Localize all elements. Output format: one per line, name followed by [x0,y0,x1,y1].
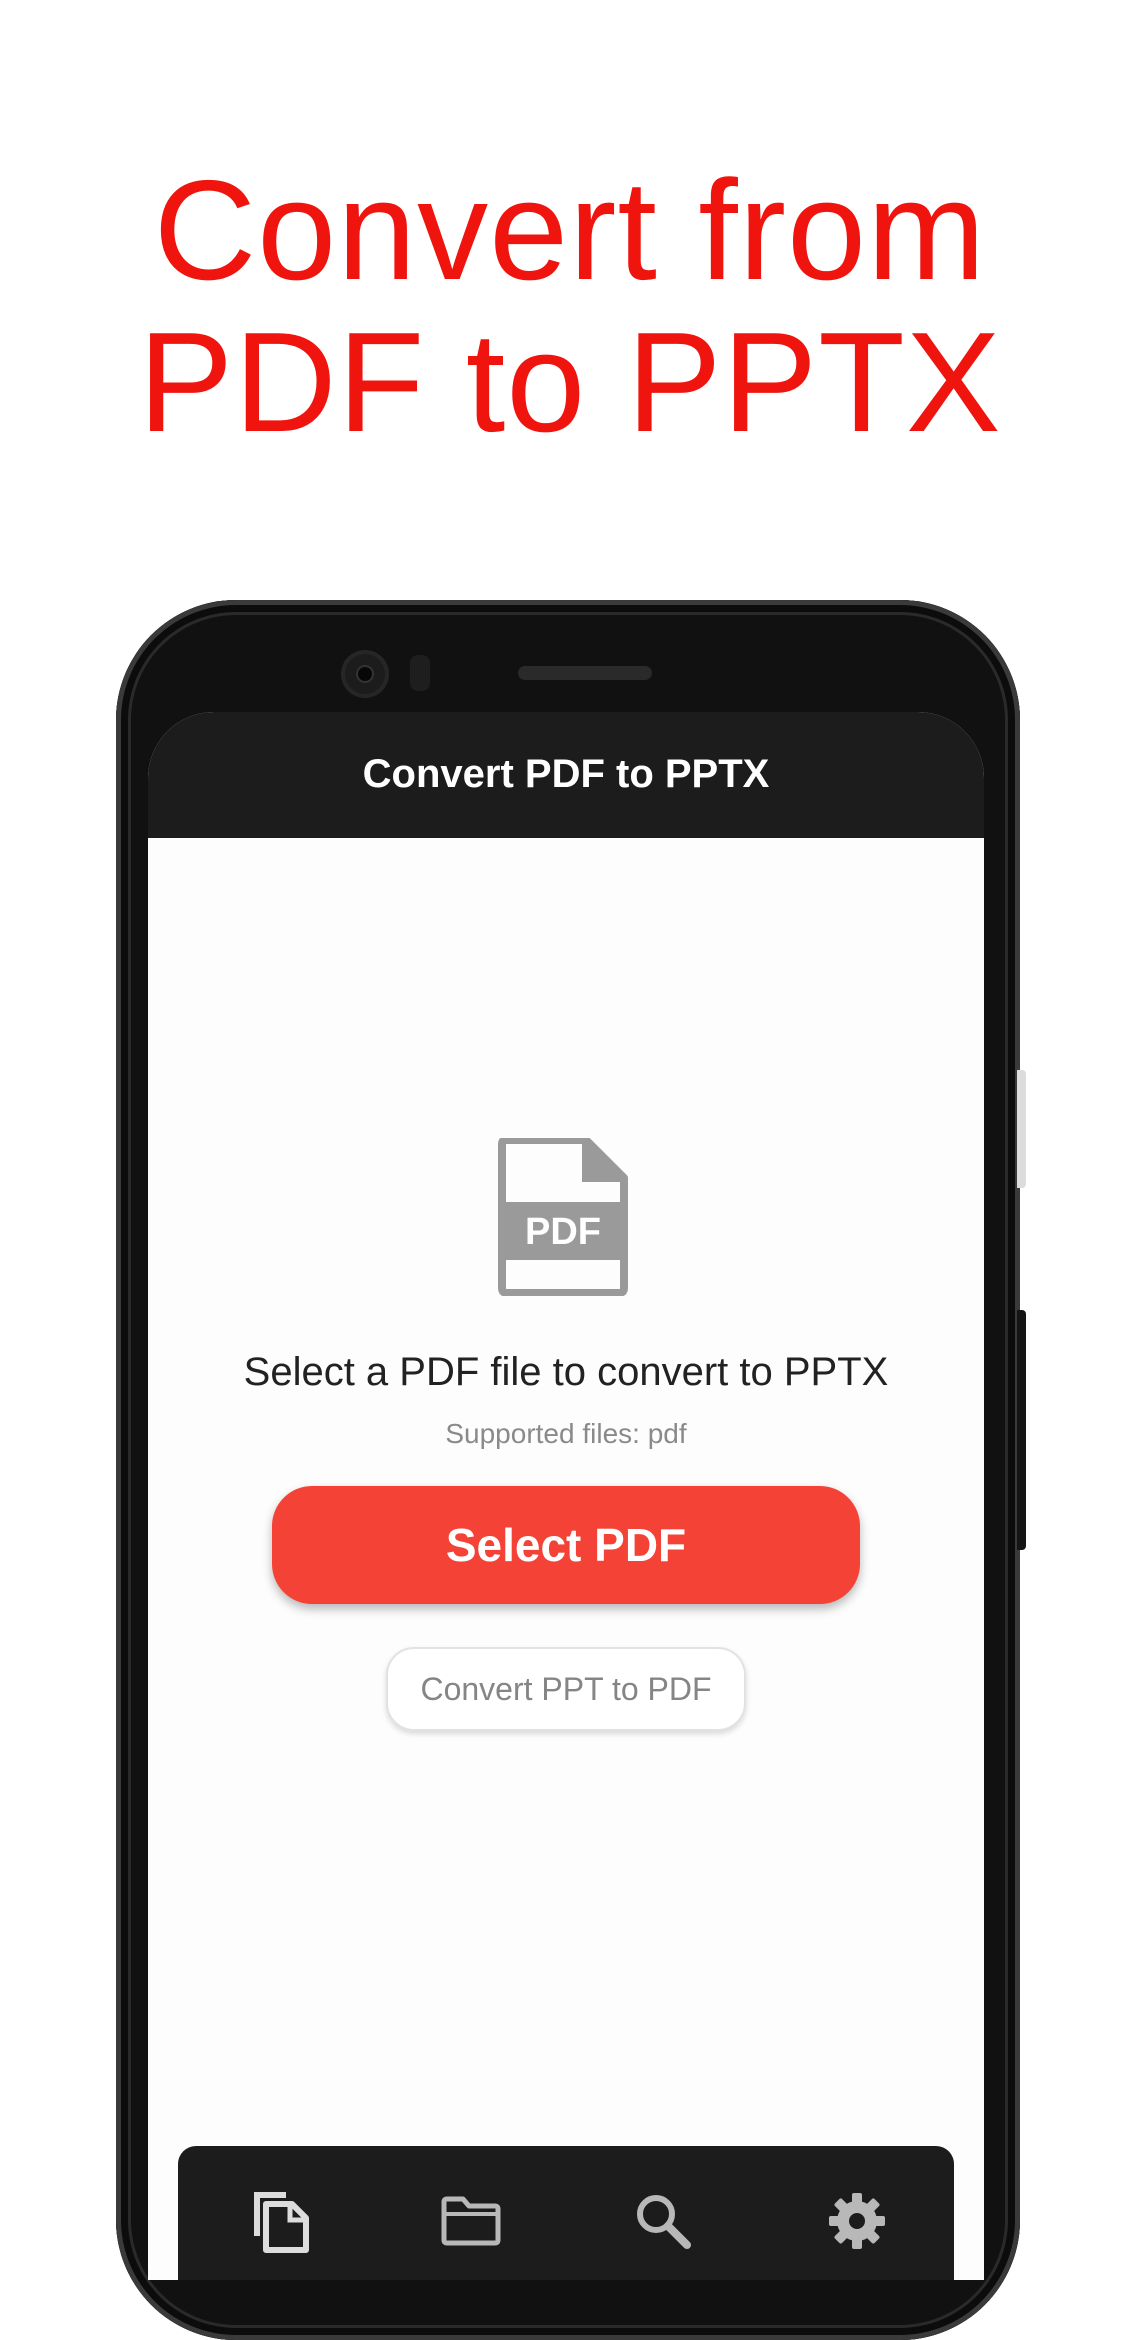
pdf-icon-label: PDF [525,1211,601,1253]
promo-headline: Convert from PDF to PPTX [0,155,1140,459]
app-bar-title: Convert PDF to PPTX [362,752,770,796]
headline-line-2: PDF to PPTX [138,303,1002,462]
app-bar: Convert PDF to PPTX [148,712,984,838]
select-file-prompt: Select a PDF file to convert to PPTX [243,1350,889,1394]
folder-icon [441,2196,501,2246]
supported-files-text: Supported files: pdf [445,1418,687,1449]
convert-ppt-to-pdf-button[interactable]: Convert PPT to PDF [386,1647,746,1731]
nav-item-files[interactable] [246,2186,316,2256]
phone-side-button-upper [1017,1070,1026,1188]
nav-item-search[interactable] [628,2186,698,2256]
earpiece-speaker [518,666,652,680]
nav-item-settings[interactable] [822,2186,892,2256]
proximity-sensor [410,655,430,691]
phone-side-button-lower [1017,1310,1026,1550]
search-icon [637,2195,691,2249]
bottom-navigation [178,2146,954,2280]
nav-item-folder[interactable] [436,2186,506,2256]
copy-files-icon [254,2192,309,2253]
pdf-file-icon: PDF [498,1138,628,1296]
gear-icon [829,2193,885,2249]
phone-screen: Convert PDF to PPTX PDF Select a PDF fil… [148,712,984,2280]
headline-line-1: Convert from [153,151,987,310]
front-camera-icon [341,650,389,698]
select-pdf-button[interactable]: Select PDF [272,1486,860,1604]
